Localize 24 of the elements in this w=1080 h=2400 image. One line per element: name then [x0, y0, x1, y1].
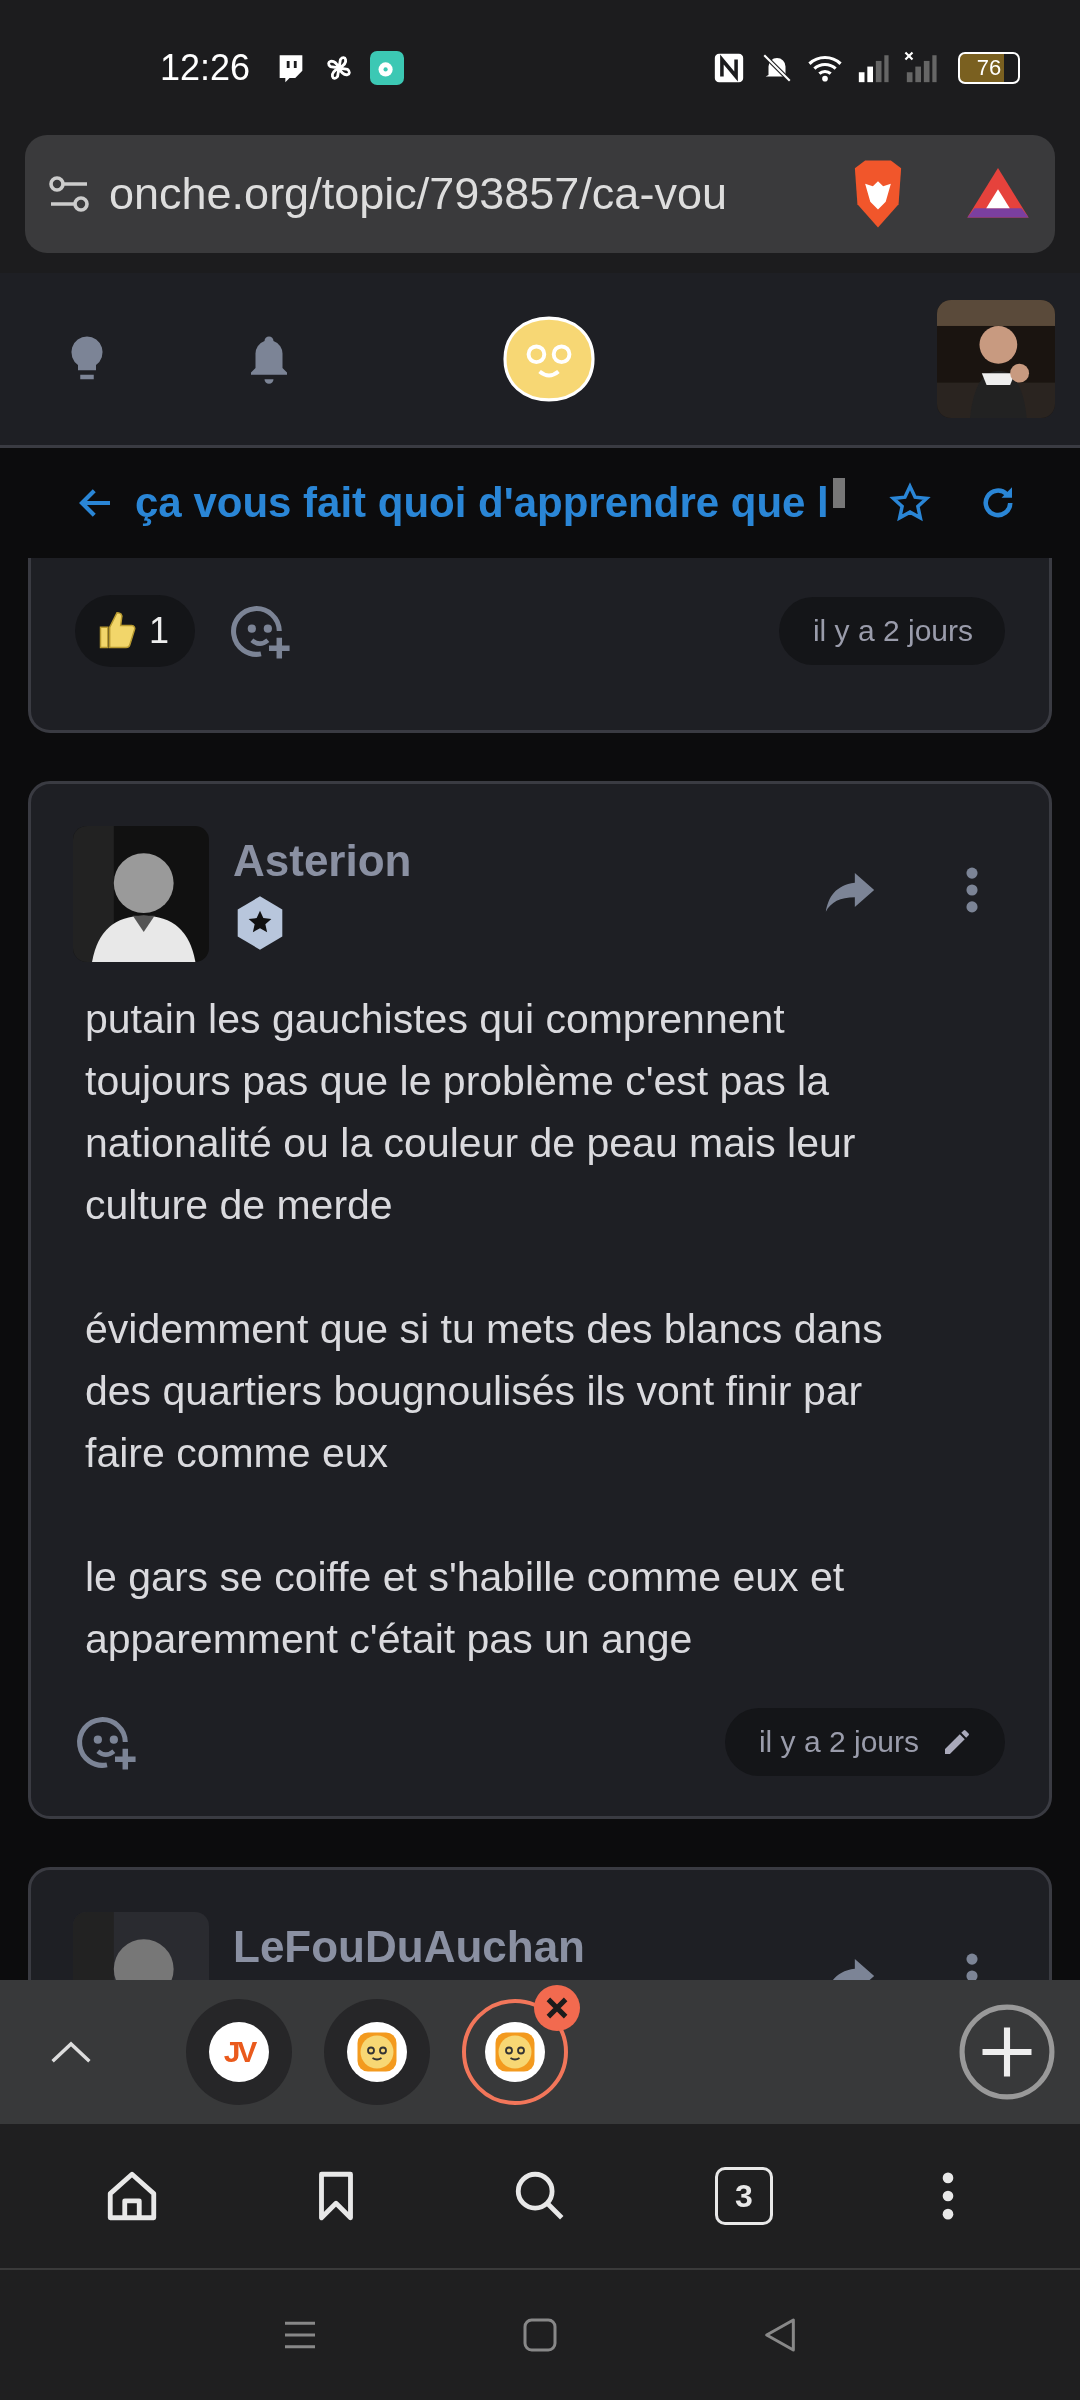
smiley-favicon: [347, 2022, 407, 2082]
smiley-logo[interactable]: [501, 315, 597, 403]
close-tab-icon[interactable]: [534, 1985, 580, 2031]
author-name[interactable]: Asterion: [233, 836, 412, 886]
topic-title: ça vous fait quoi d'apprendre que l: [135, 479, 829, 527]
no-signal-icon: [904, 50, 938, 85]
smiley-favicon: [485, 2022, 545, 2082]
author-name[interactable]: LeFouDuAuchan: [233, 1922, 585, 1972]
reaction-button[interactable]: 1: [75, 595, 196, 667]
post-time: il y a 2 jours: [758, 1725, 919, 1759]
tab-count-button[interactable]: 3: [715, 2167, 773, 2225]
post-paragraph: putain les gauchistes qui comprennent toujours pas que le problème c'est pas la nationalité ou la couleur de peau mais leur culture de merde: [85, 995, 857, 1230]
music-app-icon: [370, 50, 405, 85]
battery-indicator: 76: [958, 51, 1020, 84]
post-time: il y a 2 jours: [812, 614, 973, 648]
scroll-marker: [832, 478, 845, 508]
address-bar[interactable]: onche.org/topic/793857/ca-vou: [25, 135, 1055, 253]
star-icon[interactable]: [888, 482, 931, 524]
new-tab-icon[interactable]: [958, 2003, 1056, 2101]
tab-thumbnail[interactable]: JV: [186, 1999, 292, 2105]
post-paragraph: évidemment que si tu mets des blancs dans des quartiers bougnoulisés ils vont finir par faire comme eux: [85, 1305, 884, 1478]
clock: 12:26: [160, 46, 251, 89]
post-paragraph: le gars se coiffe et s'habille comme eux et apparemment c'était pas un ange: [85, 1553, 846, 1664]
site-favicon: JV: [209, 2022, 269, 2082]
